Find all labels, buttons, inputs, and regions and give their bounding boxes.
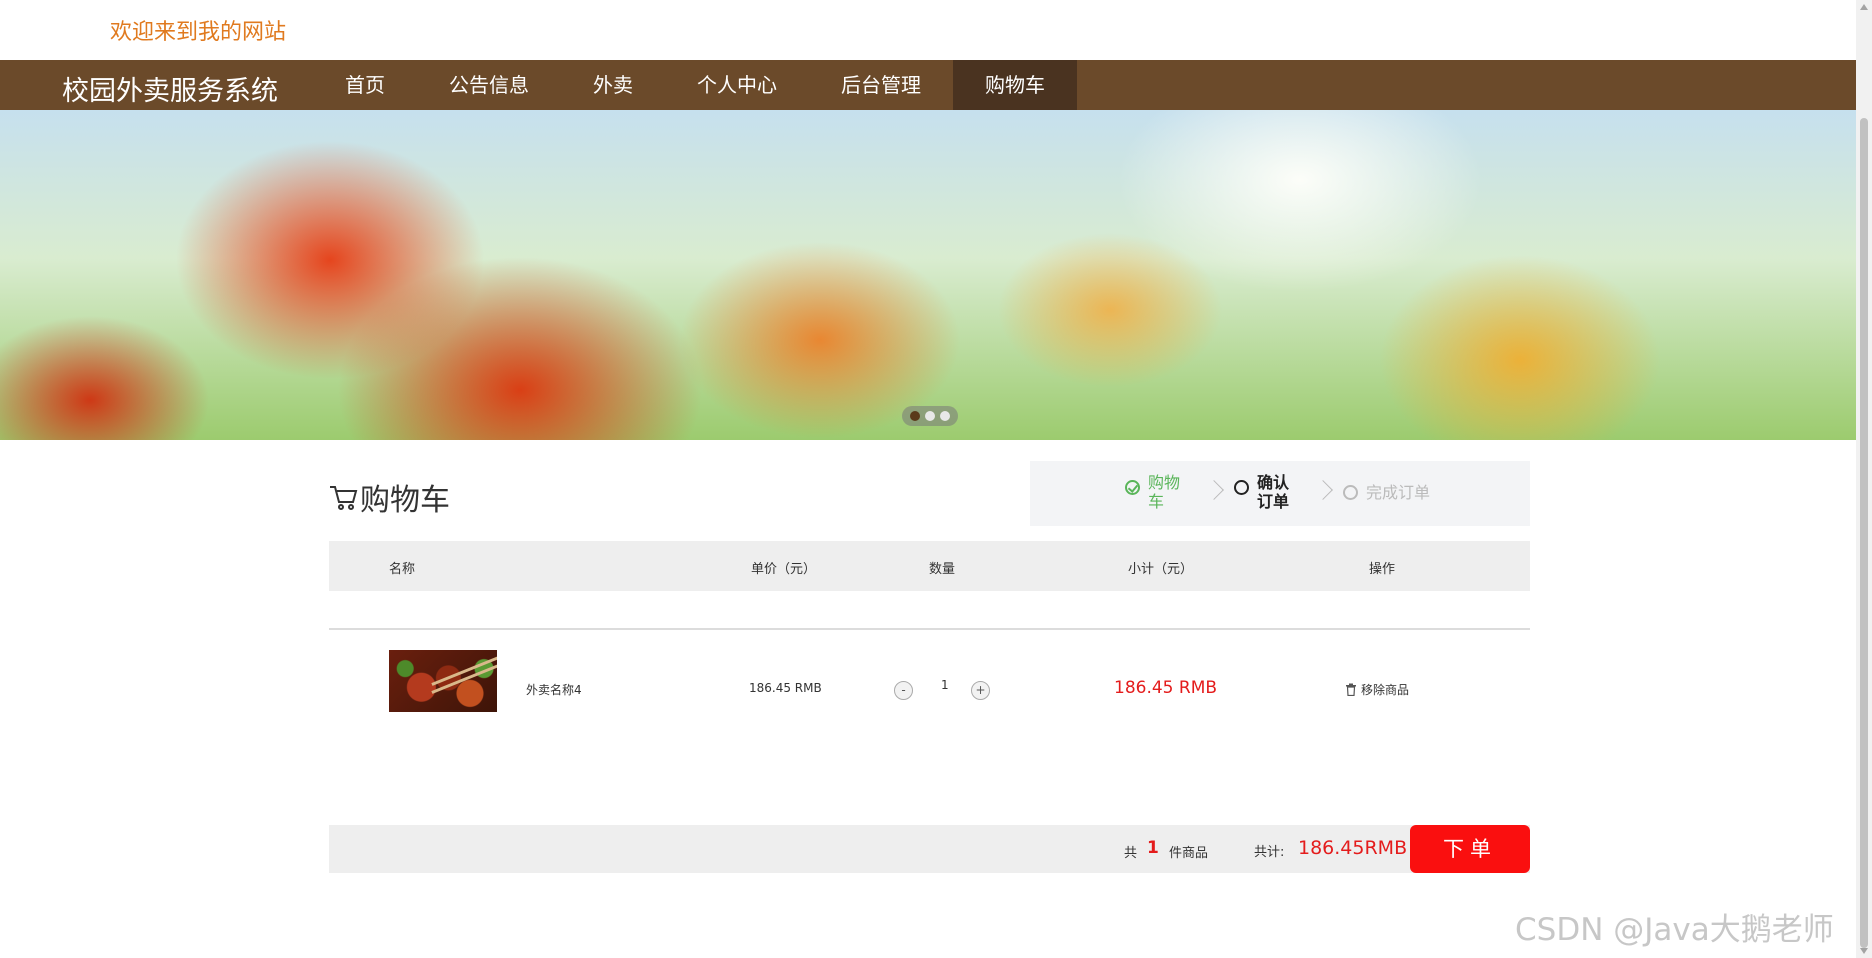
nav-item-cart[interactable]: 购物车 (953, 60, 1077, 110)
remove-label: 移除商品 (1361, 683, 1410, 697)
cart-footer: 共 1 件商品 共计: 186.45RMB 下单 (329, 825, 1530, 873)
cart-heading: 购物车 (328, 475, 450, 519)
carousel-indicators (902, 406, 958, 426)
checkout-steps: 购物车 确认订单 完成订单 (1030, 461, 1530, 526)
total-amount: 186.45RMB (1298, 837, 1408, 859)
col-price: 单价（元） (751, 562, 817, 577)
count-suffix: 件商品 (1169, 846, 1209, 861)
step-label: 完成订单 (1366, 483, 1431, 502)
item-name[interactable]: 外卖名称4 (526, 681, 582, 698)
table-divider (329, 628, 1530, 630)
food-thumbnail[interactable] (389, 650, 497, 712)
circle-icon (1234, 480, 1249, 495)
qty-minus-button[interactable]: - (894, 681, 913, 700)
scroll-down-icon[interactable] (1860, 948, 1868, 954)
step-confirm: 确认订单 (1234, 473, 1297, 511)
count-prefix: 共 (1124, 846, 1138, 861)
main-nav: 校园外卖服务系统 首页 公告信息 外卖 个人中心 后台管理 购物车 (0, 60, 1856, 110)
welcome-text: 欢迎来到我的网站 (110, 20, 287, 45)
qty-value[interactable]: 1 (941, 678, 949, 692)
item-subtotal: 186.45 RMB (1114, 678, 1218, 698)
cart-table-header: 名称 单价（元） 数量 小计（元） 操作 (329, 541, 1530, 591)
carousel-dot-2[interactable] (924, 411, 935, 421)
cart-title: 购物车 (360, 483, 450, 518)
top-bar: 欢迎来到我的网站 (0, 0, 1856, 60)
trash-icon (1346, 683, 1356, 696)
step-label: 确认订单 (1257, 473, 1290, 511)
chevron-right-icon (1313, 480, 1333, 500)
nav-item-takeout[interactable]: 外卖 (561, 60, 665, 110)
nav-item-admin[interactable]: 后台管理 (809, 60, 953, 110)
col-action: 操作 (1369, 562, 1396, 577)
cart-icon (330, 486, 358, 510)
nav-item-profile[interactable]: 个人中心 (665, 60, 809, 110)
item-count: 1 (1147, 838, 1159, 858)
carousel-dot-3[interactable] (939, 411, 950, 421)
nav-item-announcements[interactable]: 公告信息 (417, 60, 561, 110)
col-qty: 数量 (929, 562, 956, 577)
step-complete: 完成订单 (1343, 483, 1456, 502)
total-label: 共计: (1254, 845, 1285, 860)
remove-item-button[interactable]: 移除商品 (1345, 681, 1409, 698)
site-brand[interactable]: 校园外卖服务系统 (62, 69, 278, 108)
chopstick (431, 661, 497, 694)
watermark: CSDN @Java大鹅老师 (1515, 912, 1834, 948)
scroll-up-icon[interactable] (1860, 4, 1868, 10)
col-name: 名称 (389, 562, 416, 577)
carousel-dot-1[interactable] (910, 411, 921, 421)
item-price: 186.45 RMB (749, 681, 822, 695)
step-label: 购物车 (1148, 473, 1181, 511)
banner-carousel[interactable] (0, 110, 1856, 440)
place-order-button[interactable]: 下单 (1410, 825, 1530, 873)
chevron-right-icon (1204, 480, 1224, 500)
page-scrollbar[interactable] (1856, 0, 1872, 958)
cart-item-row: 外卖名称4 186.45 RMB - 1 + 186.45 RMB 移除商品 (329, 648, 1530, 728)
qty-plus-button[interactable]: + (971, 681, 990, 700)
check-circle-icon (1125, 480, 1140, 495)
nav-items: 首页 公告信息 外卖 个人中心 后台管理 购物车 (313, 60, 1077, 110)
scroll-thumb[interactable] (1860, 118, 1868, 948)
step-cart: 购物车 (1125, 473, 1188, 511)
nav-item-home[interactable]: 首页 (313, 60, 417, 110)
col-subtotal: 小计（元） (1128, 562, 1194, 577)
circle-icon (1343, 485, 1358, 500)
